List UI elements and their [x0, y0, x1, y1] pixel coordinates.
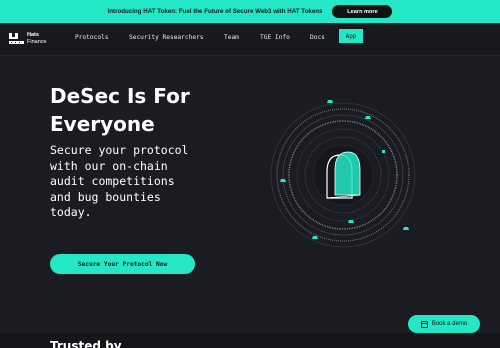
hats-logo-icon [9, 33, 24, 44]
nav-docs[interactable]: Docs [310, 34, 325, 41]
announcement-text: Introducing HAT Token: Fuel the Future o… [107, 8, 323, 15]
nav-team[interactable]: Team [224, 34, 239, 41]
nav-tge-info[interactable]: TGE Info [260, 34, 290, 41]
logo-line-2: Finance [27, 38, 47, 45]
trusted-by-heading: Trusted by [50, 339, 122, 348]
calendar-icon [420, 320, 428, 328]
book-demo-button[interactable]: Book a demo [408, 315, 480, 333]
nav-protocols[interactable]: Protocols [75, 34, 109, 41]
announcement-bar: Introducing HAT Token: Fuel the Future o… [0, 0, 500, 23]
shield-orbit-illustration [270, 100, 416, 248]
hats-finance-logo[interactable]: Hats Finance [9, 32, 57, 46]
learn-more-button[interactable]: Learn more [332, 5, 393, 18]
top-nav: Hats Finance Protocols Security Research… [0, 23, 500, 56]
nav-security-researchers[interactable]: Security Researchers [129, 34, 204, 41]
hero-subtitle: Secure your protocol with our on-chain a… [50, 143, 189, 219]
hero-title: DeSec Is For Everyone [50, 84, 190, 136]
book-demo-label: Book a demo [431, 321, 468, 327]
secure-protocol-button[interactable]: Secure Your Protocol Now [50, 254, 195, 274]
nav-app-button[interactable]: App [339, 29, 363, 43]
logo-text: Hats Finance [27, 32, 47, 45]
